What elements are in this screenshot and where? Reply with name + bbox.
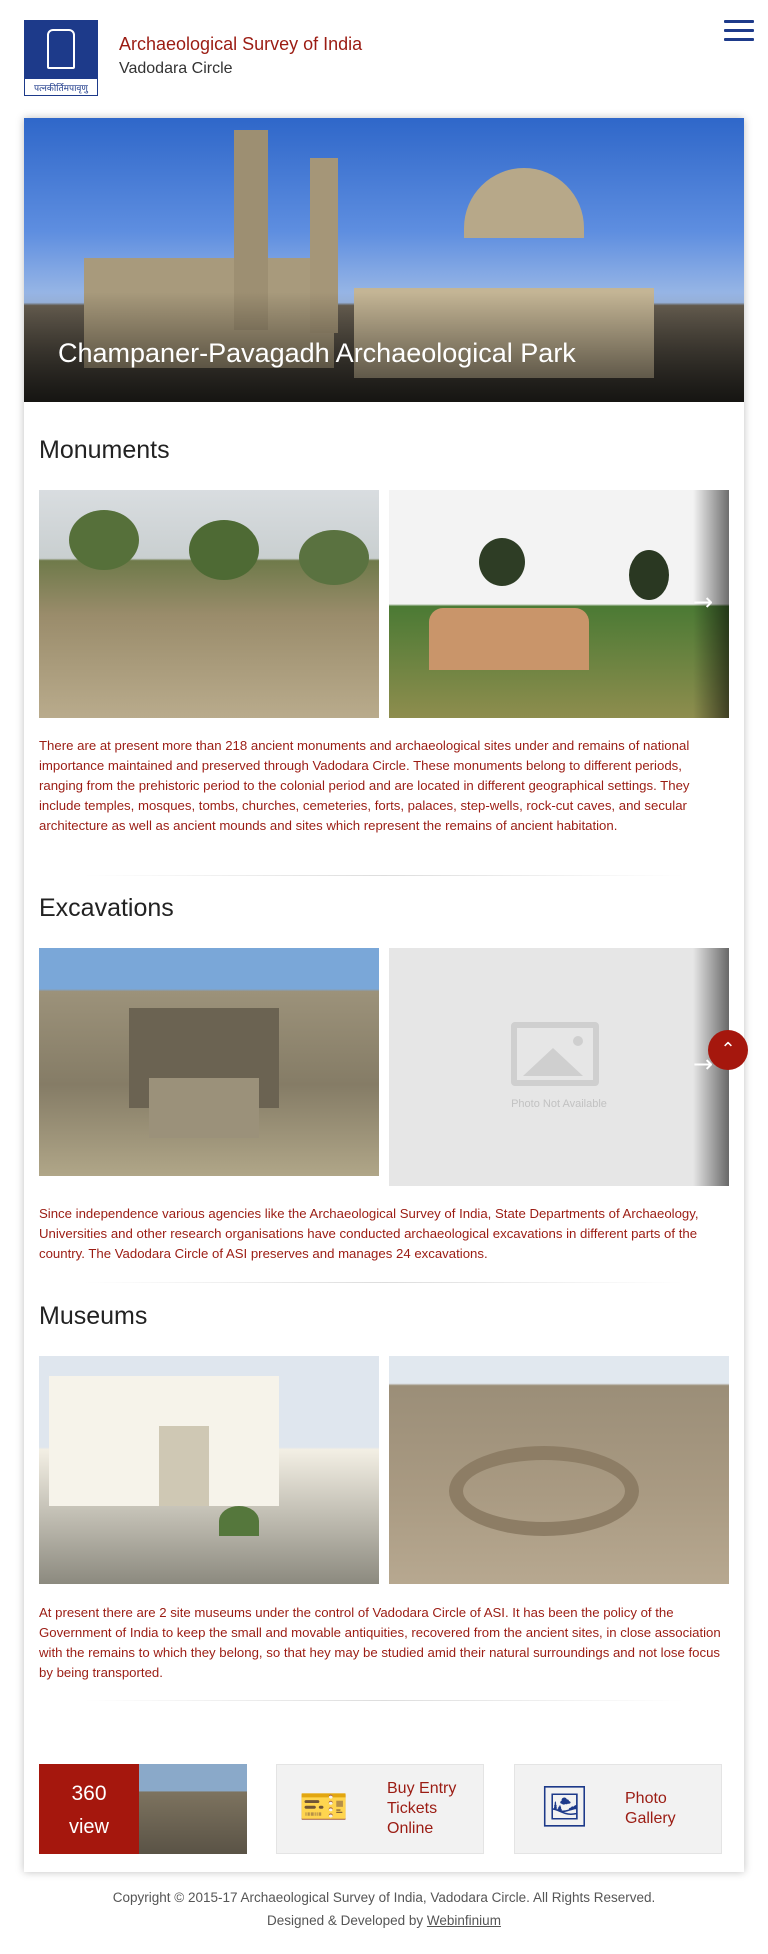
logo-tagline: पत्नकीर्तिमपावृणु xyxy=(34,84,88,94)
ticket-icon: 🎫 xyxy=(299,1784,349,1830)
view-360-badge: 360 view xyxy=(39,1764,139,1854)
pavilion-dome xyxy=(464,168,584,238)
view-360-number: 360 xyxy=(71,1782,107,1805)
section-title-monuments: Monuments xyxy=(39,436,170,464)
hero-banner: Champaner-Pavagadh Archaeological Park xyxy=(24,118,744,402)
site-title[interactable]: Archaeological Survey of India xyxy=(119,34,362,55)
designed-by: Designed & Developed by Webinfinium xyxy=(0,1913,768,1928)
section-title-museums: Museums xyxy=(39,1302,148,1330)
arrow-right-icon[interactable]: → xyxy=(693,588,713,616)
monument-photo-1[interactable] xyxy=(39,490,379,718)
section-title-excavations: Excavations xyxy=(39,894,174,922)
photo-gallery-button[interactable]: 🖼 Photo Gallery xyxy=(514,1764,722,1854)
buy-tickets-button[interactable]: 🎫 Buy Entry Tickets Online xyxy=(276,1764,484,1854)
excavation-photo-1[interactable] xyxy=(39,948,379,1176)
developer-link[interactable]: Webinfinium xyxy=(427,1913,501,1928)
divider xyxy=(84,875,684,876)
section-description-museums: At present there are 2 site museums unde… xyxy=(39,1605,721,1680)
copyright-text: Copyright © 2015-17 Archaeological Surve… xyxy=(112,1890,656,1905)
asi-logo[interactable]: पत्नकीर्तिमपावृणु xyxy=(24,20,98,96)
scroll-to-top-button[interactable]: ⌃ xyxy=(708,1030,748,1070)
designed-by-prefix: Designed & Developed by xyxy=(267,1913,427,1928)
buy-tickets-label-2: Tickets xyxy=(387,1800,438,1817)
view-360-thumbnail xyxy=(139,1764,247,1854)
buy-tickets-label-3: Online xyxy=(387,1820,434,1837)
museum-photo-1[interactable] xyxy=(39,1356,379,1584)
image-placeholder-icon xyxy=(511,1022,599,1086)
section-description-excavations: Since independence various agencies like… xyxy=(39,1206,699,1261)
hamburger-menu-icon[interactable] xyxy=(724,20,754,42)
main-content: Champaner-Pavagadh Archaeological Park M… xyxy=(24,118,744,1872)
hero-title: Champaner-Pavagadh Archaeological Park xyxy=(58,338,576,368)
section-description-monuments: There are at present more than 218 ancie… xyxy=(39,738,690,833)
photo-gallery-label-2: Gallery xyxy=(625,1810,676,1827)
national-emblem-icon xyxy=(25,21,97,79)
view-360-label: view xyxy=(68,1816,109,1838)
buy-tickets-label-1: Buy Entry xyxy=(387,1780,457,1797)
site-header: पत्नकीर्तिमपावृणु Archaeological Survey … xyxy=(0,0,768,110)
museum-photo-2[interactable] xyxy=(389,1356,729,1584)
divider xyxy=(84,1282,684,1283)
site-subtitle: Vadodara Circle xyxy=(119,60,233,77)
photo-not-available-placeholder[interactable]: Photo Not Available xyxy=(389,948,729,1186)
monument-photo-2[interactable] xyxy=(389,490,729,718)
photo-gallery-label-1: Photo xyxy=(625,1790,667,1807)
photo-not-available-label: Photo Not Available xyxy=(511,1098,607,1110)
divider xyxy=(84,1700,684,1701)
view-360-button[interactable]: 360 view xyxy=(39,1764,247,1854)
chevron-up-icon: ⌃ xyxy=(720,1039,736,1060)
photo-gallery-icon: 🖼 xyxy=(539,1784,590,1830)
